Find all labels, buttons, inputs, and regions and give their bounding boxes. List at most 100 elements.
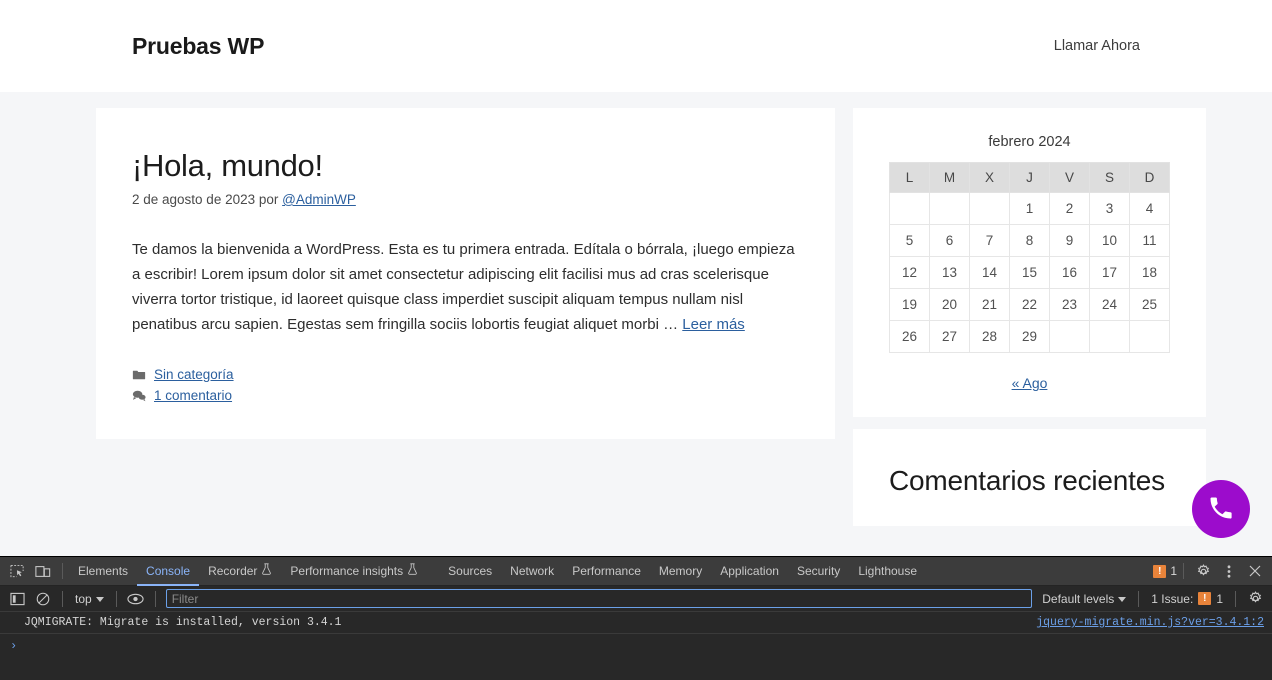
calendar-day-cell: 16 <box>1049 256 1090 289</box>
calendar-day-cell <box>1049 320 1090 353</box>
devtools-tab-security[interactable]: Security <box>788 557 849 586</box>
devtools-panel: Elements Console Recorder Performance in… <box>0 556 1272 680</box>
issues-count: 1 <box>1216 591 1223 606</box>
post-meta: 2 de agosto de 2023 por @AdminWP <box>132 192 799 207</box>
post-author-link[interactable]: @AdminWP <box>282 192 356 207</box>
calendar-day-cell <box>929 192 970 225</box>
console-input-prompt[interactable]: › <box>0 634 1272 658</box>
site-header: Pruebas WP Llamar Ahora <box>0 0 1272 92</box>
close-icon[interactable] <box>1242 559 1268 583</box>
calendar-day-cell: 12 <box>889 256 930 289</box>
post-title[interactable]: ¡Hola, mundo! <box>132 148 799 184</box>
comment-icon <box>132 389 146 403</box>
console-sidebar-icon[interactable] <box>4 587 30 611</box>
read-more-link[interactable]: Leer más <box>682 316 745 333</box>
devtools-tab-network[interactable]: Network <box>501 557 563 586</box>
calendar-day-cell: 21 <box>969 288 1010 321</box>
calendar-day-cell <box>1089 320 1130 353</box>
calendar-day-cell: 28 <box>969 320 1010 353</box>
devtools-tab-console[interactable]: Console <box>137 557 199 586</box>
devtools-tab-elements[interactable]: Elements <box>69 557 137 586</box>
filterbar-divider <box>1138 590 1140 607</box>
call-now-floating-button[interactable] <box>1192 480 1250 538</box>
calendar-day-cell: 25 <box>1129 288 1170 321</box>
calendar-header-row: L M X J V S D <box>889 162 1170 193</box>
calendar-day-header: V <box>1049 162 1090 193</box>
calendar-day-cell: 3 <box>1089 192 1130 225</box>
filterbar-divider <box>1235 590 1236 607</box>
devtools-warning-badge[interactable]: ! 1 <box>1153 564 1177 578</box>
sidebar: febrero 2024 L M X J V S D 1 2 3 4 5 6 7… <box>853 108 1206 526</box>
devtools-tab-performance-insights[interactable]: Performance insights <box>281 557 427 586</box>
calendar-week-row: 1 2 3 4 <box>889 192 1170 225</box>
calendar-widget: febrero 2024 L M X J V S D 1 2 3 4 5 6 7… <box>853 108 1206 417</box>
device-toolbar-icon[interactable] <box>30 559 56 583</box>
calendar-day-header: M <box>929 162 970 193</box>
kebab-menu-icon[interactable] <box>1216 559 1242 583</box>
clear-console-icon[interactable] <box>30 587 56 611</box>
console-message-source-link[interactable]: jquery-migrate.min.js?ver=3.4.1:2 <box>1026 616 1264 629</box>
calendar-week-row: 19 20 21 22 23 24 25 <box>889 288 1170 321</box>
calendar-day-cell: 7 <box>969 224 1010 257</box>
calendar-day-cell: 19 <box>889 288 930 321</box>
site-title[interactable]: Pruebas WP <box>132 33 264 60</box>
nav-item-llamar-ahora[interactable]: Llamar Ahora <box>1054 38 1140 54</box>
console-log-levels-selector[interactable]: Default levels <box>1036 590 1132 608</box>
calendar-day-cell: 9 <box>1049 224 1090 257</box>
calendar-week-row: 12 13 14 15 16 17 18 <box>889 256 1170 289</box>
devtools-tab-application[interactable]: Application <box>711 557 788 586</box>
calendar-day-cell <box>969 192 1010 225</box>
console-context-selector[interactable]: top <box>69 590 110 608</box>
toolbar-divider <box>62 563 63 579</box>
console-filter-bar: top Default levels 1 Issue: ! 1 <box>0 586 1272 612</box>
post-category-link[interactable]: Sin categoría <box>154 367 234 382</box>
post-card: ¡Hola, mundo! 2 de agosto de 2023 por @A… <box>96 108 835 440</box>
calendar-day-cell: 5 <box>889 224 930 257</box>
calendar-day-cell: 14 <box>969 256 1010 289</box>
post-comments-row: 1 comentario <box>132 388 799 403</box>
calendar-day-cell: 20 <box>929 288 970 321</box>
devtools-tab-performance[interactable]: Performance <box>563 557 650 586</box>
filterbar-divider <box>115 590 117 607</box>
post-category-row: Sin categoría <box>132 367 799 382</box>
devtools-tab-recorder-label: Recorder <box>208 563 258 578</box>
console-issues-button[interactable]: 1 Issue: ! 1 <box>1145 590 1229 608</box>
calendar-day-cell: 23 <box>1049 288 1090 321</box>
calendar-day-header: S <box>1089 162 1130 193</box>
devtools-tab-lighthouse[interactable]: Lighthouse <box>849 557 926 586</box>
calendar-day-cell: 27 <box>929 320 970 353</box>
console-output: JQMIGRATE: Migrate is installed, version… <box>0 612 1272 658</box>
flask-icon <box>407 562 418 580</box>
calendar-day-cell: 18 <box>1129 256 1170 289</box>
console-settings-gear-icon[interactable] <box>1242 587 1268 611</box>
calendar-day-header: L <box>889 162 930 193</box>
calendar-prev-link[interactable]: « Ago <box>1012 375 1048 391</box>
post-comments-link[interactable]: 1 comentario <box>154 388 232 403</box>
calendar-day-cell: 17 <box>1089 256 1130 289</box>
devtools-tab-sources[interactable]: Sources <box>439 557 501 586</box>
calendar-day-cell: 6 <box>929 224 970 257</box>
console-message-text: JQMIGRATE: Migrate is installed, version… <box>24 616 342 629</box>
gear-icon[interactable] <box>1190 559 1216 583</box>
calendar-day-cell: 22 <box>1009 288 1050 321</box>
devtools-tab-memory[interactable]: Memory <box>650 557 711 586</box>
devtools-tab-performance-insights-label: Performance insights <box>290 563 404 578</box>
console-context-value: top <box>75 591 92 606</box>
console-log-levels-value: Default levels <box>1042 591 1115 606</box>
console-message-row: JQMIGRATE: Migrate is installed, version… <box>0 612 1272 634</box>
folder-icon <box>132 368 146 382</box>
console-filter-input[interactable] <box>165 589 1033 608</box>
calendar-day-cell: 1 <box>1009 192 1050 225</box>
calendar-table: L M X J V S D 1 2 3 4 5 6 7 8 9 10 11 12… <box>889 162 1170 353</box>
devtools-tabbar: Elements Console Recorder Performance in… <box>0 557 1272 586</box>
calendar-day-cell: 4 <box>1129 192 1170 225</box>
calendar-day-cell: 15 <box>1009 256 1050 289</box>
filterbar-divider <box>154 590 156 607</box>
calendar-day-cell: 2 <box>1049 192 1090 225</box>
content-wrapper: ¡Hola, mundo! 2 de agosto de 2023 por @A… <box>0 92 1272 526</box>
inspect-element-icon[interactable] <box>4 559 30 583</box>
issues-label: 1 Issue: <box>1151 591 1194 606</box>
live-expression-icon[interactable] <box>123 587 149 611</box>
calendar-day-cell: 24 <box>1089 288 1130 321</box>
devtools-tab-recorder[interactable]: Recorder <box>199 557 281 586</box>
